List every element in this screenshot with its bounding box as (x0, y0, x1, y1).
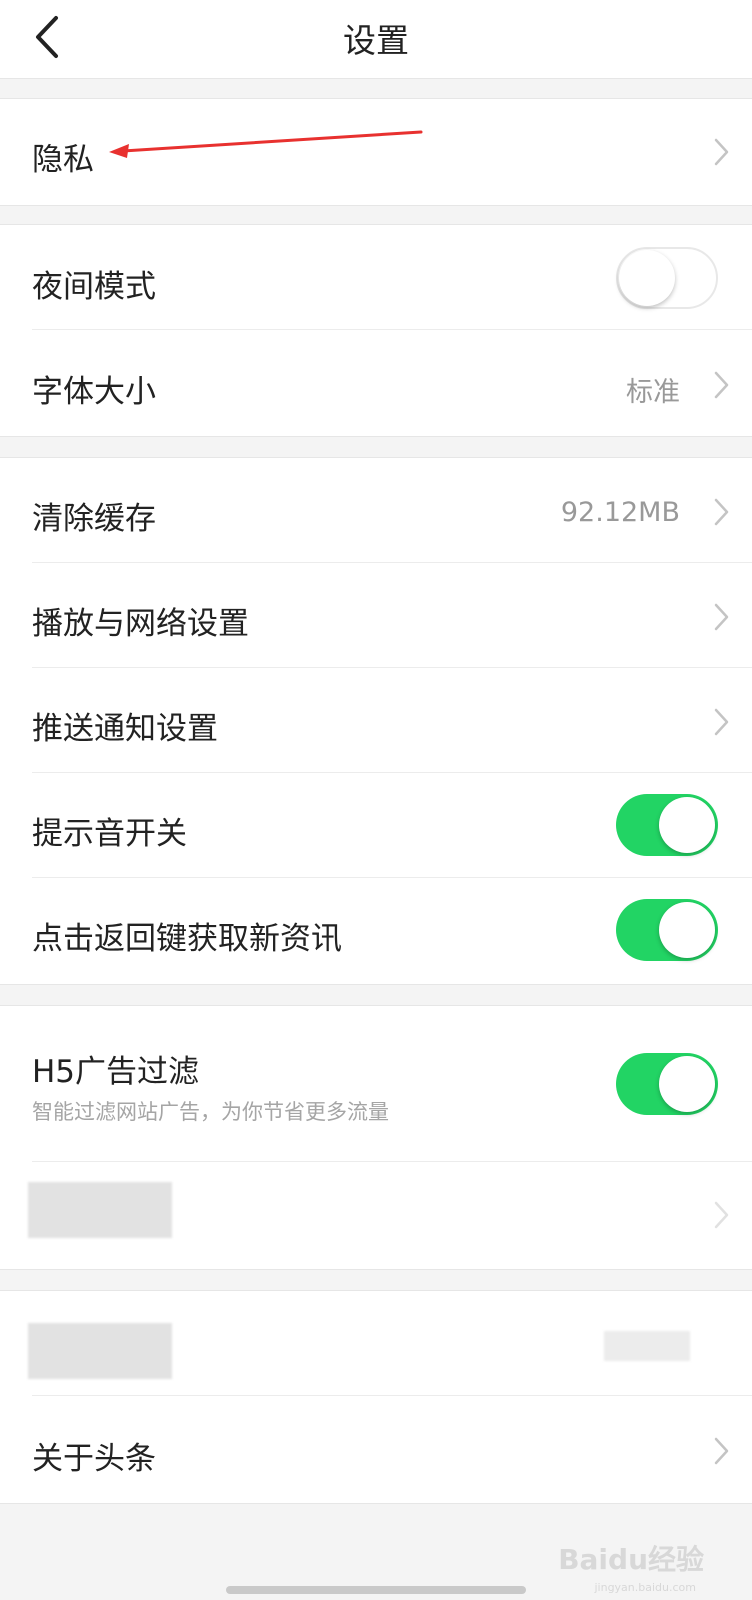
sound-switch-toggle[interactable] (616, 794, 718, 856)
h5-ad-filter-toggle[interactable] (616, 1053, 718, 1115)
blurred-value (604, 1331, 690, 1361)
h5-ad-filter-sublabel: 智能过滤网站广告，为你节省更多流量 (32, 1100, 389, 1124)
chevron-right-icon (714, 603, 729, 631)
clear-cache-label: 清除缓存 (32, 501, 156, 537)
watermark: Baidu经验 (558, 1543, 704, 1576)
push-notification-row[interactable]: 推送通知设置 (0, 668, 752, 773)
chevron-right-icon (714, 371, 729, 399)
night-mode-label: 夜间模式 (32, 269, 156, 305)
home-indicator (226, 1586, 526, 1594)
chevron-right-icon (714, 1201, 729, 1229)
night-mode-row: 夜间模式 (0, 225, 752, 330)
about-group: 关于头条 (0, 1290, 752, 1504)
h5-ad-filter-label: H5广告过滤 (32, 1054, 200, 1090)
font-size-value: 标准 (626, 377, 680, 408)
cache-size-value: 92.12MB (560, 497, 680, 528)
sound-switch-row: 提示音开关 (0, 773, 752, 878)
toggle-knob (659, 797, 715, 853)
about-label: 关于头条 (32, 1441, 156, 1477)
blurred-label (28, 1323, 172, 1379)
blurred-label (28, 1182, 172, 1238)
chevron-right-icon (714, 498, 729, 526)
h5-ad-filter-row: H5广告过滤 智能过滤网站广告，为你节省更多流量 (0, 1006, 752, 1162)
sound-switch-label: 提示音开关 (32, 816, 187, 852)
watermark-url: jingyan.baidu.com (594, 1581, 696, 1594)
back-refresh-toggle[interactable] (616, 899, 718, 961)
page-title: 设置 (343, 21, 409, 60)
back-refresh-row: 点击返回键获取新资讯 (0, 878, 752, 983)
font-size-row[interactable]: 字体大小 标准 (0, 330, 752, 435)
divider (32, 1395, 752, 1396)
filter-group: H5广告过滤 智能过滤网站广告，为你节省更多流量 (0, 1005, 752, 1270)
clear-cache-row[interactable]: 清除缓存 92.12MB (0, 458, 752, 563)
night-mode-toggle[interactable] (616, 247, 718, 309)
toggle-knob (619, 250, 675, 306)
chevron-right-icon (714, 1437, 729, 1465)
font-size-label: 字体大小 (32, 374, 156, 410)
blurred-row[interactable] (0, 1162, 752, 1267)
general-group: 清除缓存 92.12MB 播放与网络设置 推送通知设置 提示音开关 点击返回键获… (0, 457, 752, 985)
nav-bar: 设置 (0, 0, 752, 79)
chevron-right-icon (714, 138, 729, 166)
toggle-knob (659, 902, 715, 958)
privacy-label: 隐私 (32, 142, 94, 178)
push-notification-label: 推送通知设置 (32, 711, 218, 747)
back-refresh-label: 点击返回键获取新资讯 (32, 921, 342, 957)
display-group: 夜间模式 字体大小 标准 (0, 224, 752, 437)
chevron-right-icon (714, 708, 729, 736)
blurred-row[interactable] (0, 1291, 752, 1396)
annotation-arrow (109, 130, 423, 158)
toggle-knob (659, 1056, 715, 1112)
playback-network-row[interactable]: 播放与网络设置 (0, 563, 752, 668)
about-row[interactable]: 关于头条 (0, 1397, 752, 1502)
playback-network-label: 播放与网络设置 (32, 606, 249, 642)
